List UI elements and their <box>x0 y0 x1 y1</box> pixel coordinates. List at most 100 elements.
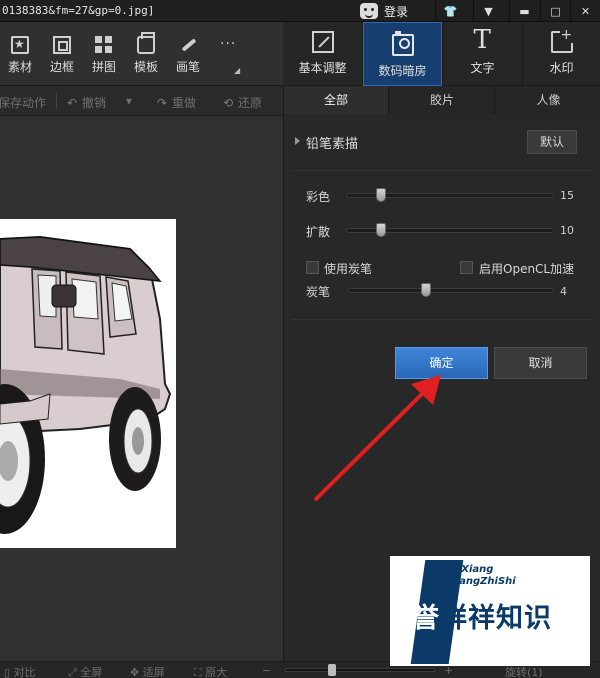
skin-button[interactable]: 👕 <box>435 0 465 22</box>
subtab-all[interactable]: 全部 <box>284 86 389 114</box>
redo-label: 重做 <box>172 96 197 110</box>
slider-label-color: 彩色 <box>306 190 331 204</box>
rotate-button[interactable]: 旋转(1) <box>505 664 543 678</box>
template-icon <box>137 32 155 54</box>
subtab-portrait[interactable]: 人像 <box>496 86 600 114</box>
maximize-button[interactable]: □ <box>540 0 570 22</box>
watermark-line1: YuXiang <box>448 564 494 575</box>
diffuse-value: 10 <box>560 224 574 237</box>
slider-thumb[interactable] <box>421 283 431 297</box>
diffuse-slider[interactable] <box>346 223 554 237</box>
sketched-suv-image <box>0 219 176 548</box>
redo-icon: ↷ <box>156 96 168 110</box>
undo-icon: ↶ <box>66 96 78 110</box>
collapse-arrow-icon[interactable] <box>295 137 300 145</box>
site-watermark: YuXiang XiangZhiShi 誉祥祥知识 <box>390 556 590 666</box>
zoom-slider[interactable] <box>285 664 435 676</box>
tab-label: 数码暗房 <box>378 64 427 78</box>
material-icon <box>11 36 29 54</box>
main-tabs: 基本调整 数码暗房 文字 水印 <box>283 22 600 86</box>
action-bar: 保存动作 ↶ 撤销 ▾ ↷ 重做 ⟲ 还原 <box>0 86 283 116</box>
brush-icon <box>179 36 197 54</box>
adjust-icon <box>311 31 334 53</box>
sub-tabs: 全部 胶片 人像 <box>284 86 600 114</box>
maximize-icon: □ <box>550 4 561 18</box>
slider-thumb[interactable] <box>376 188 386 202</box>
title-bar: 0138383&fm=27&gp=0.jpg] 登录 👕 ▼ ▬ □ ✕ <box>0 0 600 22</box>
tab-digital-darkroom[interactable]: 数码暗房 <box>363 22 443 86</box>
window-title: 0138383&fm=27&gp=0.jpg] <box>2 4 155 17</box>
use-charcoal-checkbox[interactable] <box>306 261 319 274</box>
undo-label: 撤销 <box>82 96 107 110</box>
tab-basic-adjust[interactable]: 基本调整 <box>283 22 363 86</box>
confirm-button[interactable]: 确定 <box>395 347 488 379</box>
minimize-button[interactable]: ▬ <box>509 0 539 22</box>
fit-label: 适屏 <box>142 666 165 678</box>
zoom-thumb[interactable] <box>328 664 336 676</box>
more-tools-icon[interactable]: ··· <box>220 36 236 52</box>
tool-brush[interactable]: 画笔 <box>168 36 208 75</box>
text-icon <box>472 25 494 55</box>
restore-button[interactable]: ⟲ 还原 <box>222 94 262 111</box>
tool-toolbar: 素材 边框 拼图 模板 画笔 ··· ◢ <box>0 22 283 86</box>
divider <box>292 319 594 320</box>
original-size-button[interactable]: ⛶ 原大 <box>194 664 227 678</box>
original-size-icon: ⛶ <box>194 666 206 678</box>
fullscreen-label: 全屏 <box>80 666 103 678</box>
user-face-icon[interactable] <box>360 3 378 19</box>
tab-text[interactable]: 文字 <box>443 22 523 86</box>
save-action-button[interactable]: 保存动作 <box>0 94 46 111</box>
frame-icon <box>53 36 71 54</box>
divider <box>56 93 57 109</box>
tool-label: 拼图 <box>91 60 116 74</box>
close-icon: ✕ <box>580 4 591 18</box>
camera-icon <box>391 31 414 56</box>
compare-icon: ▯ <box>4 666 14 678</box>
subtab-film[interactable]: 胶片 <box>390 86 495 114</box>
tool-label: 素材 <box>7 60 32 74</box>
watermark-char: 誉 <box>412 603 440 634</box>
login-label[interactable]: 登录 <box>384 3 408 20</box>
color-value: 15 <box>560 189 574 202</box>
more-expand-icon[interactable]: ◢ <box>234 66 240 75</box>
tab-watermark[interactable]: 水印 <box>523 22 600 86</box>
menu-button[interactable]: ▼ <box>473 0 503 22</box>
tool-collage[interactable]: 拼图 <box>84 36 124 75</box>
opencl-checkbox[interactable] <box>460 261 473 274</box>
restore-icon: ⟲ <box>222 96 234 110</box>
default-button[interactable]: 默认 <box>527 130 577 154</box>
slider-thumb[interactable] <box>376 223 386 237</box>
tool-frame[interactable]: 边框 <box>42 36 82 75</box>
fullscreen-icon: ⤢ <box>68 666 81 678</box>
fit-icon: ✥ <box>130 666 143 678</box>
charcoal-slider[interactable] <box>348 283 554 297</box>
login-area[interactable]: 登录 <box>360 0 408 22</box>
slider-label-diffuse: 扩散 <box>306 225 331 239</box>
slider-label-charcoal: 炭笔 <box>306 285 331 299</box>
opencl-label: 启用OpenCL加速 <box>479 262 575 276</box>
compare-button[interactable]: ▯ 对比 <box>4 664 36 678</box>
color-slider[interactable] <box>346 188 554 202</box>
watermark-brand: 誉祥祥知识 <box>412 596 552 635</box>
undo-button[interactable]: ↶ 撤销 <box>66 94 106 111</box>
tool-material[interactable]: 素材 <box>0 36 40 75</box>
use-charcoal-label: 使用炭笔 <box>324 262 373 276</box>
close-button[interactable]: ✕ <box>570 0 600 22</box>
tab-label: 文字 <box>470 61 495 75</box>
undo-dropdown-icon[interactable]: ▾ <box>126 94 132 108</box>
tool-template[interactable]: 模板 <box>126 32 166 75</box>
fit-screen-button[interactable]: ✥ 适屏 <box>130 664 165 678</box>
watermark-icon <box>550 27 574 53</box>
fullscreen-button[interactable]: ⤢ 全屏 <box>68 664 102 678</box>
cancel-button[interactable]: 取消 <box>494 347 587 379</box>
charcoal-value: 4 <box>560 285 567 298</box>
restore-label: 还原 <box>238 96 263 110</box>
redo-button[interactable]: ↷ 重做 <box>156 94 196 111</box>
effect-title: 铅笔素描 <box>306 137 359 152</box>
collage-icon <box>95 36 113 54</box>
zoom-out-button[interactable]: − <box>262 664 271 677</box>
shirt-icon: 👕 <box>443 4 458 18</box>
compare-label: 对比 <box>13 666 36 678</box>
menu-down-icon: ▼ <box>484 4 493 18</box>
tool-label: 边框 <box>49 60 74 74</box>
